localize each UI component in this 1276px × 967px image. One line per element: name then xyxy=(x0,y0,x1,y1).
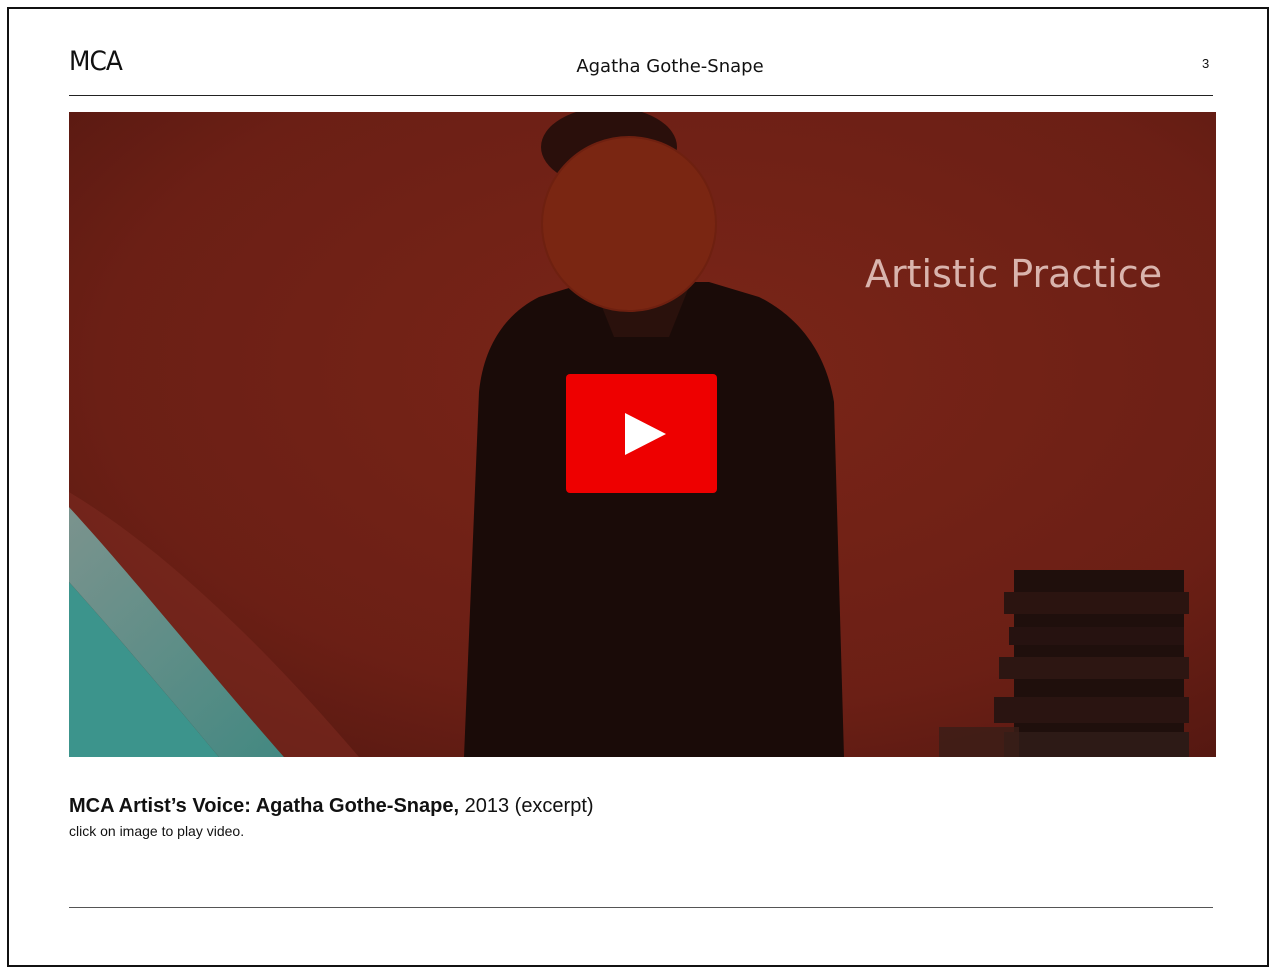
video-caption: MCA Artist’s Voice: Agatha Gothe-Snape, … xyxy=(69,795,594,818)
video-overlay-title: Artistic Practice xyxy=(865,252,1163,296)
play-icon xyxy=(625,412,666,455)
video-thumbnail[interactable]: Artistic Practice xyxy=(69,112,1216,757)
caption-title: MCA Artist’s Voice: Agatha Gothe-Snape, xyxy=(69,795,460,817)
play-button[interactable] xyxy=(566,374,717,493)
header-divider xyxy=(69,95,1213,96)
caption-note: click on image to play video. xyxy=(69,823,245,839)
page-title: Agatha Gothe-Snape xyxy=(576,56,764,77)
page-number: 3 xyxy=(1202,56,1210,71)
caption-details: 2013 (excerpt) xyxy=(459,795,594,817)
footer-divider xyxy=(69,907,1213,908)
